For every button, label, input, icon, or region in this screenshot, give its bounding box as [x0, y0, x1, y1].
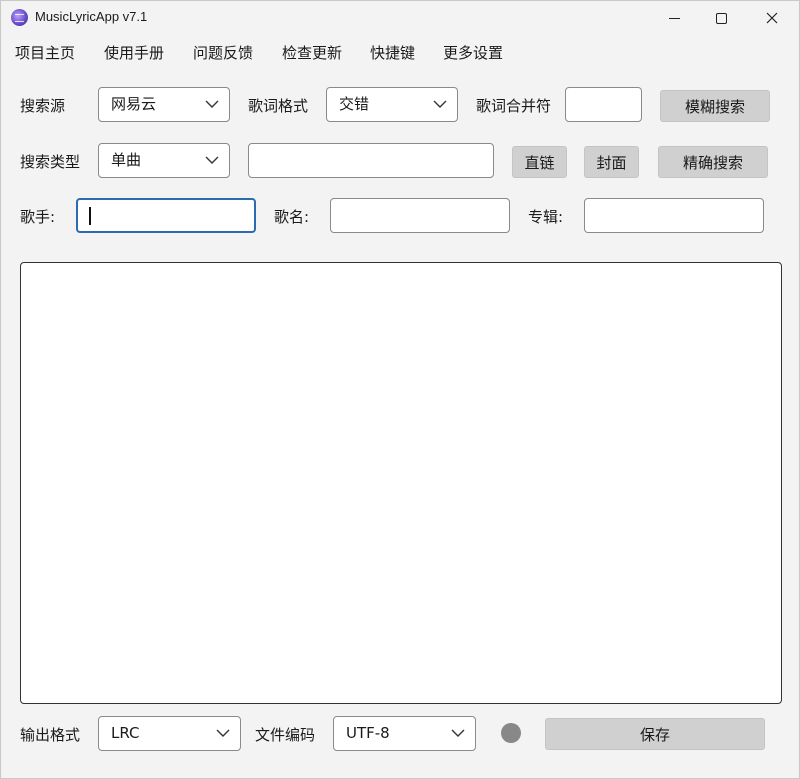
- lyric-format-value: 交错: [339, 95, 370, 113]
- lyric-output-textarea[interactable]: [20, 262, 782, 704]
- maximize-icon: [715, 12, 727, 24]
- output-format-value: LRC: [111, 724, 140, 742]
- app-window: MusicLyricApp v7.1 项目主页 使用手册 问题反馈 检查更新 快…: [0, 0, 800, 779]
- menu-item-feedback[interactable]: 问题反馈: [193, 42, 253, 63]
- lyric-merge-input[interactable]: [565, 87, 642, 122]
- search-type-value: 单曲: [111, 151, 142, 169]
- search-type-select[interactable]: 单曲: [98, 143, 230, 178]
- close-button[interactable]: [749, 1, 795, 35]
- search-id-input[interactable]: [248, 143, 494, 178]
- title-bar[interactable]: MusicLyricApp v7.1: [1, 1, 799, 35]
- menu-item-user-manual[interactable]: 使用手册: [104, 42, 164, 63]
- search-type-label: 搜索类型: [20, 153, 81, 171]
- status-indicator: [501, 723, 521, 743]
- menu-item-more-settings[interactable]: 更多设置: [443, 42, 503, 63]
- minimize-button[interactable]: [651, 1, 697, 35]
- menu-bar: 项目主页 使用手册 问题反馈 检查更新 快捷键 更多设置: [1, 35, 799, 69]
- minimize-icon: [668, 17, 680, 19]
- album-label: 专辑:: [528, 208, 564, 226]
- chevron-down-icon: [205, 100, 219, 108]
- exact-search-button[interactable]: 精确搜索: [658, 146, 768, 178]
- fuzzy-search-button[interactable]: 模糊搜索: [660, 90, 770, 122]
- lyric-merge-label: 歌词合并符: [476, 97, 552, 115]
- menu-item-check-update[interactable]: 检查更新: [282, 42, 342, 63]
- save-button[interactable]: 保存: [545, 718, 765, 750]
- chevron-down-icon: [451, 729, 465, 737]
- app-logo-icon: [11, 9, 28, 26]
- menu-item-shortcuts[interactable]: 快捷键: [370, 42, 415, 63]
- text-caret: [89, 207, 91, 225]
- chevron-down-icon: [205, 156, 219, 164]
- lyric-format-select[interactable]: 交错: [326, 87, 458, 122]
- lyric-format-label: 歌词格式: [248, 97, 309, 115]
- search-source-value: 网易云: [111, 95, 157, 113]
- singer-input[interactable]: [76, 198, 256, 233]
- file-encoding-select[interactable]: UTF-8: [333, 716, 476, 751]
- output-format-select[interactable]: LRC: [98, 716, 241, 751]
- file-encoding-label: 文件编码: [255, 726, 316, 744]
- album-input[interactable]: [584, 198, 764, 233]
- menu-item-project-home[interactable]: 项目主页: [15, 42, 75, 63]
- search-source-select[interactable]: 网易云: [98, 87, 230, 122]
- window-title: MusicLyricApp v7.1: [35, 9, 148, 24]
- cover-button[interactable]: 封面: [584, 146, 639, 178]
- search-source-label: 搜索源: [20, 97, 66, 115]
- maximize-button[interactable]: [698, 1, 744, 35]
- chevron-down-icon: [433, 100, 447, 108]
- close-icon: [766, 12, 778, 24]
- output-format-label: 输出格式: [20, 726, 81, 744]
- song-name-input[interactable]: [330, 198, 510, 233]
- singer-label: 歌手:: [20, 208, 56, 226]
- direct-link-button[interactable]: 直链: [512, 146, 567, 178]
- song-name-label: 歌名:: [274, 208, 310, 226]
- file-encoding-value: UTF-8: [346, 724, 390, 742]
- chevron-down-icon: [216, 729, 230, 737]
